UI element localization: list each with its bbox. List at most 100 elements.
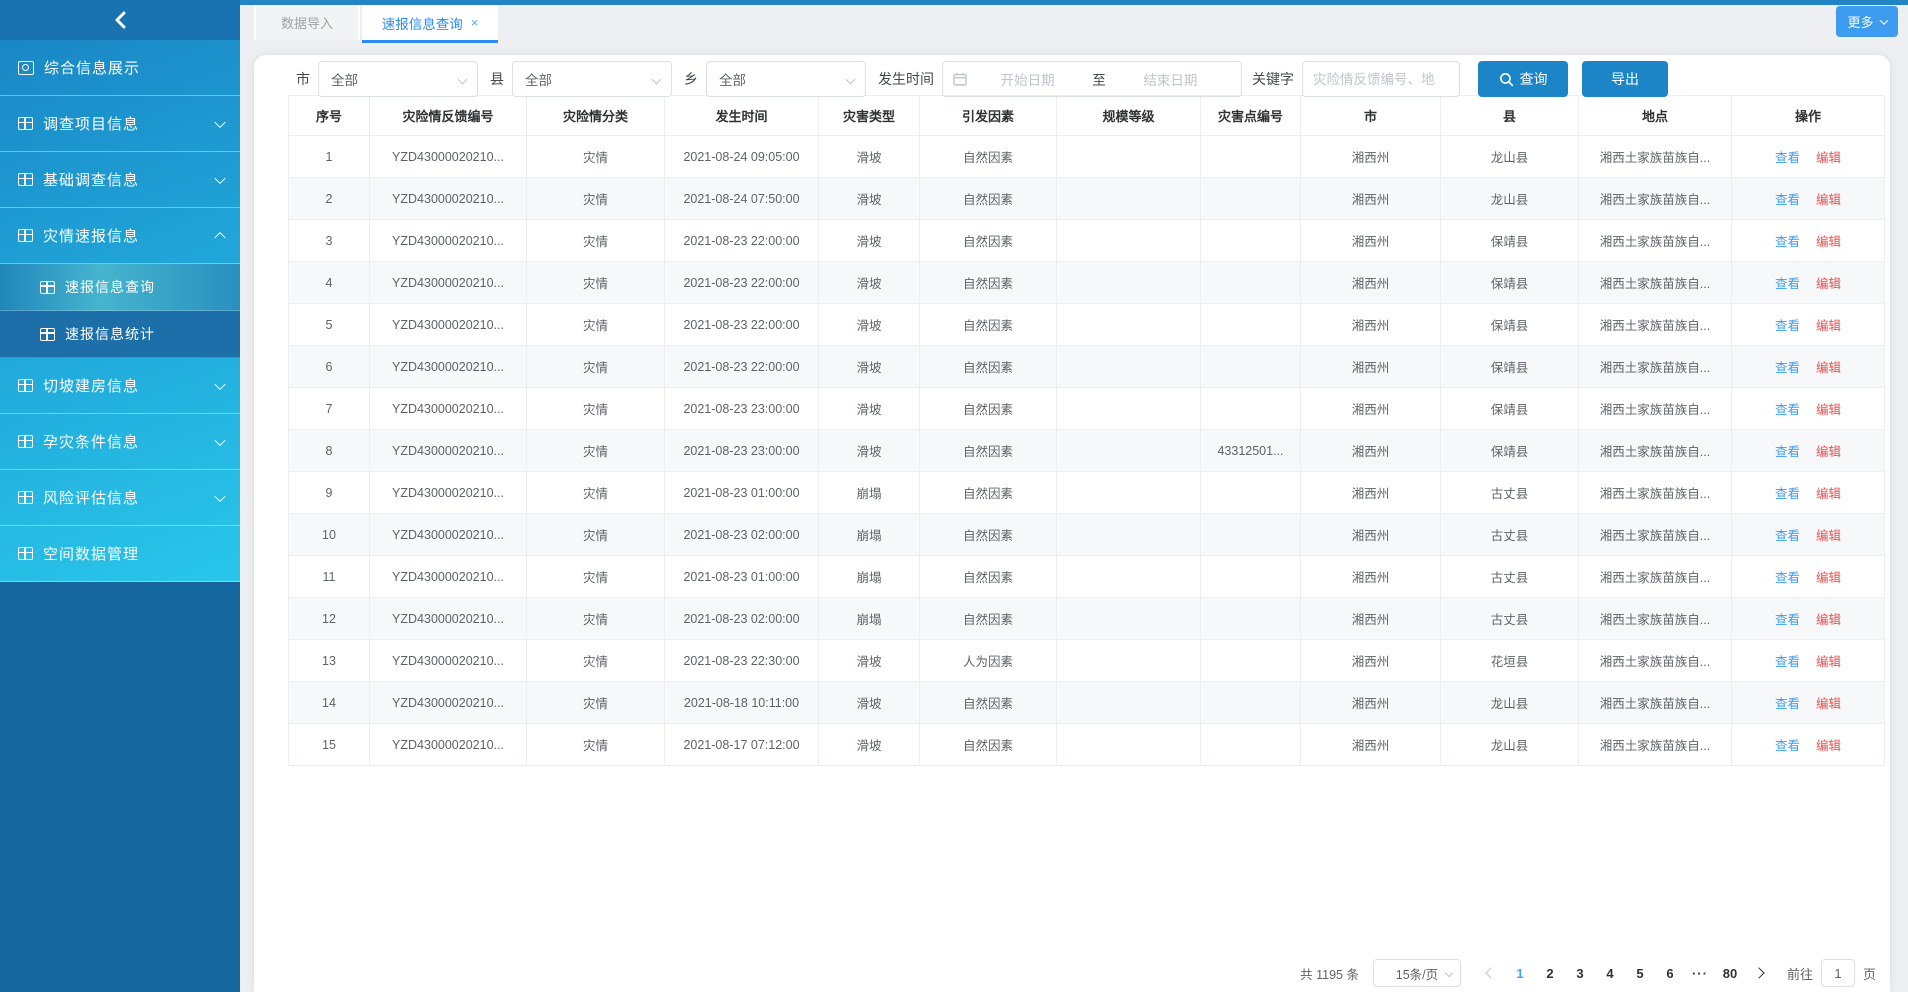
view-link[interactable]: 查看 [1775,235,1800,249]
table-row: 10YZD43000020210...灾情2021-08-23 02:00:00… [289,514,1885,556]
table-icon [18,491,33,504]
cell-scale [1057,136,1201,178]
sidebar-item-report-info-stats[interactable]: 速报信息统计 [0,311,240,358]
pager-page-3[interactable]: 3 [1565,966,1595,981]
view-link[interactable]: 查看 [1775,193,1800,207]
view-link[interactable]: 查看 [1775,655,1800,669]
cell-time: 2021-08-23 01:00:00 [665,472,819,514]
pager-page-1[interactable]: 1 [1505,966,1535,981]
edit-link[interactable]: 编辑 [1816,487,1841,501]
cell-time: 2021-08-23 23:00:00 [665,388,819,430]
pager-page-6[interactable]: 6 [1655,966,1685,981]
town-label: 乡 [684,69,698,89]
edit-link[interactable]: 编辑 [1816,445,1841,459]
keyword-input[interactable] [1302,61,1460,97]
pagination-bar: 共 1195 条 15条/页 123456···80 前往 页 [1300,958,1876,988]
sidebar-item-spatial-data-management[interactable]: 空间数据管理 [0,526,240,582]
occur-time-label: 发生时间 [878,69,934,89]
cell-point [1201,598,1301,640]
view-link[interactable]: 查看 [1775,445,1800,459]
sidebar-item-survey-project-info[interactable]: 调查项目信息 [0,96,240,152]
cell-type: 崩塌 [819,514,920,556]
cell-time: 2021-08-23 22:30:00 [665,640,819,682]
cell-city: 湘西州 [1301,220,1441,262]
cell-actions: 查看 编辑 [1732,220,1885,262]
next-page-button[interactable] [1753,967,1764,978]
sidebar-collapse-button[interactable] [0,0,240,40]
view-link[interactable]: 查看 [1775,739,1800,753]
end-date-placeholder[interactable]: 结束日期 [1110,69,1231,89]
sidebar-item-report-info-query[interactable]: 速报信息查询 [0,264,240,311]
more-button[interactable]: 更多 [1836,6,1898,37]
view-link[interactable]: 查看 [1775,529,1800,543]
town-select[interactable]: 全部 [706,61,866,97]
sidebar-item-basic-survey-info[interactable]: 基础调查信息 [0,152,240,208]
edit-link[interactable]: 编辑 [1816,403,1841,417]
goto-page-input[interactable] [1821,959,1855,987]
sidebar-item-comprehensive-info[interactable]: 综合信息展示 [0,40,240,96]
sidebar-item-disaster-report-info[interactable]: 灾情速报信息 [0,208,240,264]
cell-actions: 查看 编辑 [1732,724,1885,766]
cell-location: 湘西土家族苗族自... [1579,682,1732,724]
city-select[interactable]: 全部 [318,61,478,97]
view-link[interactable]: 查看 [1775,151,1800,165]
table-row: 6YZD43000020210...灾情2021-08-23 22:00:00滑… [289,346,1885,388]
cell-code: YZD43000020210... [370,262,527,304]
edit-link[interactable]: 编辑 [1816,361,1841,375]
edit-link[interactable]: 编辑 [1816,193,1841,207]
close-icon[interactable]: × [471,16,479,29]
table-row: 3YZD43000020210...灾情2021-08-23 22:00:00滑… [289,220,1885,262]
table-row: 2YZD43000020210...灾情2021-08-24 07:50:00滑… [289,178,1885,220]
cell-code: YZD43000020210... [370,556,527,598]
cell-county: 古丈县 [1441,598,1579,640]
county-select[interactable]: 全部 [512,61,672,97]
pager-page-4[interactable]: 4 [1595,966,1625,981]
date-range-picker[interactable]: 开始日期 至 结束日期 [942,61,1242,97]
pager-page-5[interactable]: 5 [1625,966,1655,981]
sidebar-item-label: 孕灾条件信息 [43,431,139,452]
edit-link[interactable]: 编辑 [1816,235,1841,249]
edit-link[interactable]: 编辑 [1816,655,1841,669]
edit-link[interactable]: 编辑 [1816,613,1841,627]
view-link[interactable]: 查看 [1775,403,1800,417]
cell-county: 古丈县 [1441,556,1579,598]
edit-link[interactable]: 编辑 [1816,529,1841,543]
edit-link[interactable]: 编辑 [1816,571,1841,585]
sidebar-item-slope-housing-info[interactable]: 切坡建房信息 [0,358,240,414]
view-link[interactable]: 查看 [1775,613,1800,627]
cell-actions: 查看 编辑 [1732,136,1885,178]
prev-page-button[interactable] [1485,967,1496,978]
sidebar-item-hazard-condition-info[interactable]: 孕灾条件信息 [0,414,240,470]
sidebar-item-risk-assessment-info[interactable]: 风险评估信息 [0,470,240,526]
export-button[interactable]: 导出 [1582,61,1668,97]
pager-page-2[interactable]: 2 [1535,966,1565,981]
cell-seq: 1 [289,136,370,178]
cell-cause: 自然因素 [920,472,1057,514]
cell-scale [1057,346,1201,388]
start-date-placeholder[interactable]: 开始日期 [967,69,1088,89]
cell-scale [1057,304,1201,346]
view-link[interactable]: 查看 [1775,487,1800,501]
view-link[interactable]: 查看 [1775,277,1800,291]
edit-link[interactable]: 编辑 [1816,277,1841,291]
cell-time: 2021-08-24 07:50:00 [665,178,819,220]
view-link[interactable]: 查看 [1775,319,1800,333]
cell-cause: 自然因素 [920,724,1057,766]
edit-link[interactable]: 编辑 [1816,697,1841,711]
search-button[interactable]: 查询 [1478,61,1568,97]
tab-report-info-query[interactable]: 速报信息查询 × [362,5,498,40]
tab-data-import[interactable]: 数据导入 [254,5,360,40]
cell-seq: 9 [289,472,370,514]
table-icon [18,435,33,448]
view-link[interactable]: 查看 [1775,571,1800,585]
edit-link[interactable]: 编辑 [1816,151,1841,165]
pager-page-80[interactable]: 80 [1715,966,1745,981]
page-size-select[interactable]: 15条/页 [1373,959,1461,987]
cell-county: 保靖县 [1441,388,1579,430]
table-icon [18,173,33,186]
edit-link[interactable]: 编辑 [1816,739,1841,753]
edit-link[interactable]: 编辑 [1816,319,1841,333]
view-link[interactable]: 查看 [1775,697,1800,711]
view-link[interactable]: 查看 [1775,361,1800,375]
pager-ellipsis[interactable]: ··· [1685,966,1715,981]
